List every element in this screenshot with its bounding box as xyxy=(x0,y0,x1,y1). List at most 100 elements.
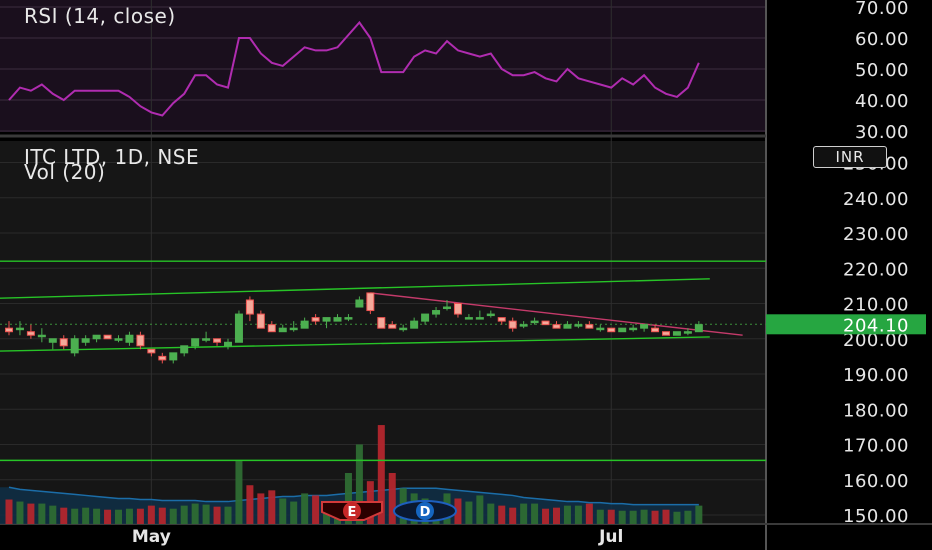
candle-body xyxy=(48,338,57,343)
volume-bar xyxy=(388,473,396,524)
candle-body xyxy=(399,327,408,331)
volume-bar xyxy=(585,503,593,524)
candle[interactable] xyxy=(377,317,386,329)
volume-bar xyxy=(147,505,155,524)
volume-bar xyxy=(465,501,473,524)
candle-body xyxy=(662,331,670,336)
volume-bar xyxy=(257,493,265,524)
volume-bar xyxy=(531,503,539,524)
candle-body xyxy=(114,338,123,341)
current-price-value: 204.10 xyxy=(843,315,909,336)
volume-bar xyxy=(684,510,692,524)
volume-bar xyxy=(476,495,484,524)
candle-body xyxy=(245,299,254,315)
volume-bar xyxy=(629,510,637,524)
volume-bar xyxy=(93,508,101,524)
candle-body xyxy=(5,327,13,333)
volume-bar xyxy=(27,503,35,524)
candle-body xyxy=(421,313,430,322)
candle-body xyxy=(607,327,616,333)
volume-bar xyxy=(104,509,112,524)
price-tick-label: 150.00 xyxy=(843,506,909,527)
volume-bar xyxy=(290,501,298,524)
price-tick-label: 180.00 xyxy=(843,400,909,421)
candle[interactable] xyxy=(672,331,681,336)
price-tick-label: 170.00 xyxy=(843,436,909,457)
volume-bar xyxy=(5,499,13,524)
volume-bar xyxy=(202,504,210,524)
candle-body xyxy=(410,320,419,329)
candle-body xyxy=(563,324,572,329)
candle-body xyxy=(377,317,386,329)
rsi-title: RSI (14, close) xyxy=(24,4,176,28)
candle[interactable] xyxy=(662,331,670,336)
candle-body xyxy=(541,320,550,326)
price-tick-label: 220.00 xyxy=(843,259,909,280)
volume-bar xyxy=(49,505,57,524)
candle-body xyxy=(388,324,397,329)
candle-body xyxy=(103,334,112,340)
price-tick-label: 160.00 xyxy=(843,471,909,492)
volume-bar xyxy=(246,485,254,524)
candle[interactable] xyxy=(618,327,627,333)
volume-bar xyxy=(695,505,703,524)
candle-body xyxy=(169,352,178,361)
candle-body xyxy=(432,310,441,315)
candle-body xyxy=(464,317,473,320)
candle-body xyxy=(234,313,243,343)
candle-body xyxy=(92,334,101,340)
candle-body xyxy=(574,324,583,327)
candle-body xyxy=(519,324,528,327)
candle[interactable] xyxy=(234,310,243,343)
candle-body xyxy=(596,327,605,331)
candle[interactable] xyxy=(607,327,616,333)
current-price-badge[interactable]: 204.10 xyxy=(766,314,926,336)
volume-bar xyxy=(224,506,232,524)
candle-body xyxy=(300,320,309,329)
candle-body xyxy=(191,338,200,347)
time-tick-label: May xyxy=(132,527,171,547)
volume-bar xyxy=(662,509,670,524)
price-tick-label: 190.00 xyxy=(843,365,909,386)
volume-bar xyxy=(563,505,571,524)
volume-bar xyxy=(640,509,648,524)
candle-body xyxy=(640,324,649,329)
candle-body xyxy=(180,345,189,354)
candle-body xyxy=(443,306,451,310)
volume-bar xyxy=(71,508,79,524)
volume-bar xyxy=(651,510,659,524)
earnings-marker-letter: E xyxy=(348,505,357,520)
volume-bar xyxy=(574,505,582,524)
candle[interactable] xyxy=(103,334,112,340)
volume-bar xyxy=(301,493,309,524)
volume-bar xyxy=(60,507,68,524)
rsi-tick-label: 50.00 xyxy=(855,60,909,81)
candle[interactable] xyxy=(541,320,550,326)
volume-bar xyxy=(509,507,517,524)
dividend-marker[interactable]: D xyxy=(393,500,457,522)
candle-body xyxy=(694,324,703,333)
volume-bar xyxy=(169,508,177,524)
candle[interactable] xyxy=(366,292,375,315)
volume-bar xyxy=(268,490,276,524)
candle-body xyxy=(136,334,145,347)
time-tick-label: Jul xyxy=(598,527,623,547)
candle-body xyxy=(70,338,79,354)
volume-label: Vol (20) xyxy=(24,160,106,184)
candle-body xyxy=(158,355,167,361)
candle-body xyxy=(311,317,320,322)
candle-body xyxy=(366,292,375,312)
chart-canvas[interactable]: E D 30.00 40.00 50.00 60.00 70.00 150.00 160.00… xyxy=(0,0,932,550)
candle-body xyxy=(497,317,506,322)
currency-badge[interactable]: INR xyxy=(813,146,887,168)
volume-bar xyxy=(673,511,681,524)
candle-body xyxy=(355,299,364,308)
price-tick-label: 230.00 xyxy=(843,224,909,245)
price-tick-label: 210.00 xyxy=(843,295,909,316)
candle[interactable] xyxy=(70,335,79,357)
rsi-tick-label: 70.00 xyxy=(855,0,909,19)
candle-body xyxy=(125,334,134,343)
price-tick-label: 240.00 xyxy=(843,189,909,210)
candle-body xyxy=(289,327,298,331)
candle-body xyxy=(508,320,517,329)
